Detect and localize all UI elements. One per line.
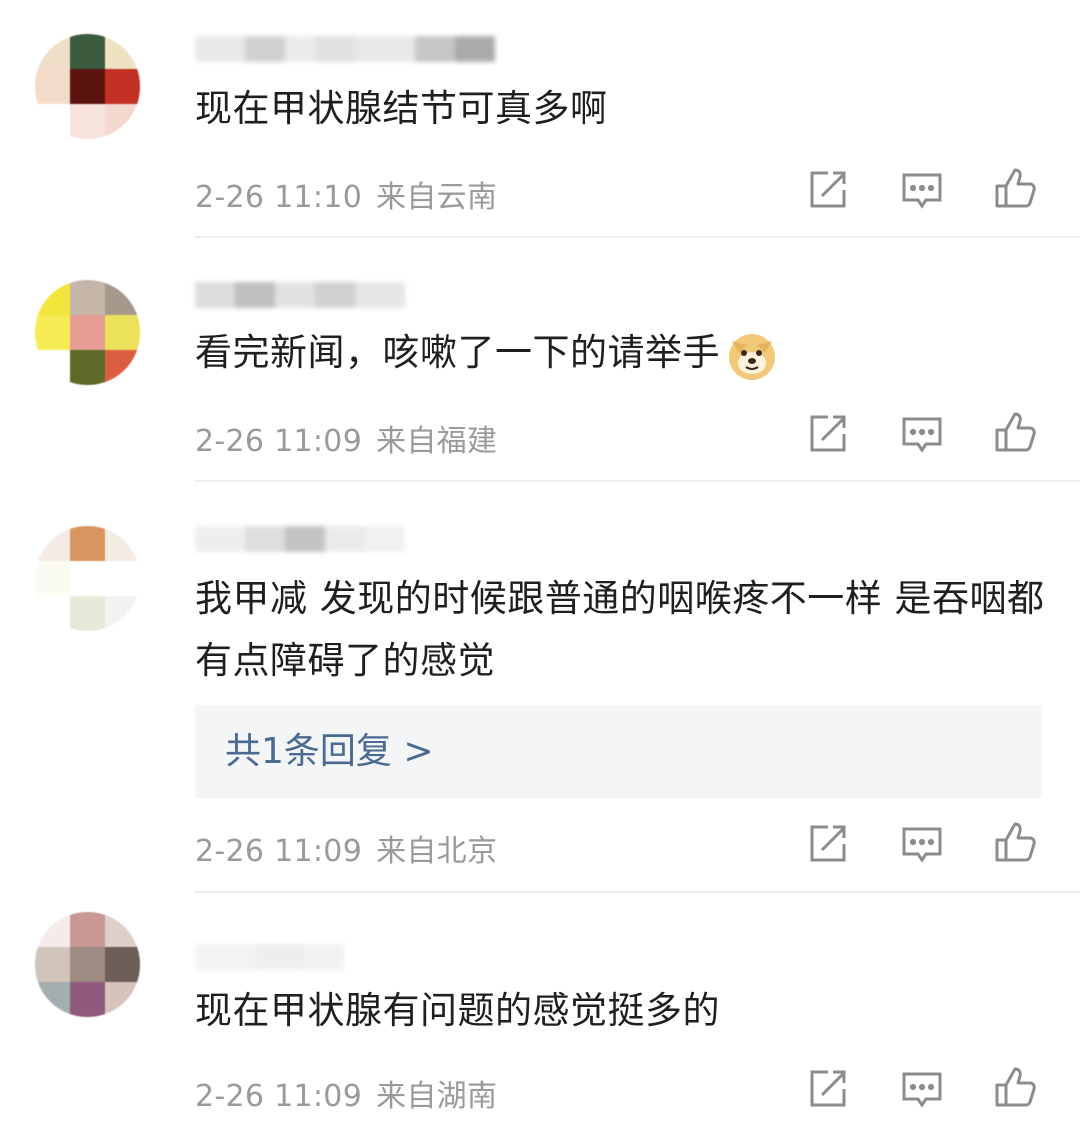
comment-icon[interactable]	[900, 1069, 944, 1113]
comment-location: 来自北京	[376, 834, 498, 869]
divider	[195, 480, 1080, 482]
avatar[interactable]	[35, 526, 140, 631]
comment-meta: 2-26 11:09 来自湖南	[195, 1071, 497, 1115]
comment-text: 我甲减 发现的时候跟普通的咽喉疼不一样 是吞咽都有点障碍了的感觉	[195, 577, 1045, 682]
comment-text-content: 看完新闻，咳嗽了一下的请举手	[195, 331, 720, 374]
doge-emoji-icon	[729, 333, 775, 380]
comment-meta: 2-26 11:09 来自北京	[195, 826, 497, 870]
avatar[interactable]	[35, 34, 140, 139]
comment-time: 2-26 11:09	[195, 1079, 363, 1114]
share-icon[interactable]	[806, 1067, 850, 1111]
avatar[interactable]	[35, 912, 140, 1017]
comment-item: 现在甲状腺结节可真多啊 2-26 11:10 来自云南	[0, 0, 1080, 238]
comment-text: 现在甲状腺结节可真多啊	[195, 87, 608, 130]
comment-meta: 2-26 11:09 来自福建	[195, 416, 497, 460]
share-icon[interactable]	[806, 168, 850, 212]
share-icon[interactable]	[806, 822, 850, 866]
comment-icon[interactable]	[900, 824, 944, 868]
comment-icon[interactable]	[900, 414, 944, 458]
comment-meta: 2-26 11:10 来自云南	[195, 172, 497, 216]
comment-icon[interactable]	[900, 170, 944, 214]
like-icon[interactable]	[994, 410, 1038, 454]
like-icon[interactable]	[994, 820, 1038, 864]
username-blurred[interactable]	[195, 526, 405, 558]
username-blurred[interactable]	[195, 36, 495, 68]
comment-time: 2-26 11:10	[195, 180, 363, 215]
divider	[195, 236, 1080, 238]
like-icon[interactable]	[994, 166, 1038, 210]
username-blurred[interactable]	[195, 282, 405, 314]
comment-text: 现在甲状腺有问题的感觉挺多的	[195, 989, 720, 1032]
username-blurred[interactable]	[195, 944, 345, 976]
comment-location: 来自云南	[376, 180, 498, 215]
comment-text: 看完新闻，咳嗽了一下的请举手	[195, 322, 1045, 384]
comment-location: 来自福建	[376, 424, 498, 459]
share-icon[interactable]	[806, 412, 850, 456]
reply-count-link[interactable]: 共1条回复 >	[195, 705, 1042, 798]
avatar[interactable]	[35, 280, 140, 385]
like-icon[interactable]	[994, 1065, 1038, 1109]
comment-time: 2-26 11:09	[195, 424, 363, 459]
divider	[195, 891, 1080, 893]
comment-time: 2-26 11:09	[195, 834, 363, 869]
comment-location: 来自湖南	[376, 1079, 498, 1114]
